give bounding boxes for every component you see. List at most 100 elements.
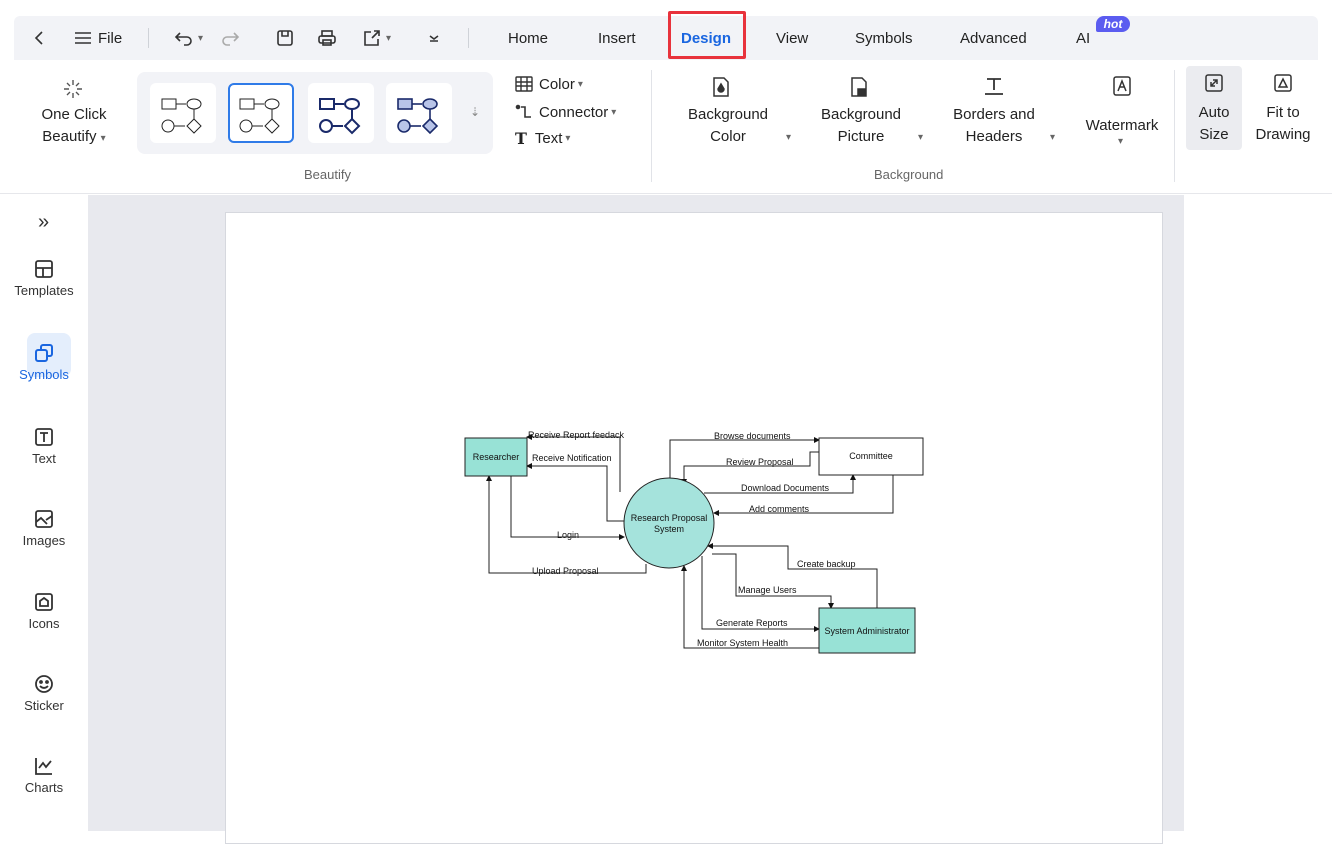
tab-insert[interactable]: Insert (598, 16, 636, 60)
divider (1174, 70, 1175, 182)
bg-picture-label-line2: Picture (837, 128, 885, 145)
watermark-label: Watermark (1085, 117, 1159, 134)
divider (651, 70, 652, 182)
auto-size-label: Auto (1198, 104, 1230, 121)
right-panel (1184, 195, 1332, 831)
style-option-3[interactable] (308, 83, 374, 143)
tab-home[interactable]: Home (508, 16, 548, 60)
export-button[interactable]: ▾ (362, 16, 391, 60)
sidebar-item-sticker[interactable]: Sticker (0, 674, 88, 713)
chevron-down-icon: ▾ (1118, 136, 1124, 147)
fit-to-drawing-button[interactable]: Fit to Drawing (1250, 66, 1330, 150)
one-click-beautify-button[interactable]: One Click Beautify ▾ (28, 76, 118, 156)
print-icon (318, 30, 336, 46)
color-palette-icon (515, 76, 533, 92)
divider (468, 28, 469, 48)
sidebar-item-label: Templates (14, 283, 74, 298)
sidebar-item-label: Symbols (19, 367, 69, 382)
sticker-icon (35, 675, 53, 693)
sidebar-item-label: Text (32, 451, 56, 466)
auto-size-label-line2: Size (1199, 126, 1229, 143)
borders-headers-button[interactable]: Borders and Headers ▾ (944, 74, 1066, 154)
undo-button[interactable]: ▾ (174, 16, 203, 60)
sidebar-item-symbols[interactable]: Symbols (0, 343, 88, 382)
tab-ai[interactable]: AI (1076, 16, 1090, 60)
bg-picture-label: Background (820, 106, 902, 123)
images-icon (35, 510, 53, 528)
beautify-group-label: Beautify (304, 167, 351, 182)
background-color-button[interactable]: Background Color ▾ (676, 74, 798, 154)
tab-label: AI (1076, 29, 1091, 47)
print-button[interactable] (317, 16, 337, 60)
redo-icon (222, 32, 240, 46)
one-click-label-line2: Beautify ▾ (34, 126, 114, 150)
back-button[interactable] (32, 16, 46, 60)
sidebar-item-label: Sticker (24, 698, 64, 713)
style-option-1[interactable] (150, 83, 216, 143)
tab-label: Advanced (960, 29, 1027, 47)
left-sidebar: » Templates Symbols Text Images Icons St… (0, 195, 88, 844)
color-button[interactable]: Color ▾ (515, 72, 583, 96)
background-picture-icon (851, 77, 867, 97)
style-option-2[interactable] (228, 83, 294, 143)
symbols-icon (35, 344, 53, 362)
auto-size-button[interactable]: Auto Size (1186, 66, 1242, 150)
style-preview-icon (397, 98, 439, 135)
background-picture-button[interactable]: Background Picture ▾ (810, 74, 932, 154)
tab-label: View (776, 29, 809, 47)
charts-icon (35, 758, 52, 775)
text-icon (35, 428, 53, 446)
tab-design[interactable]: Design (681, 16, 731, 60)
sidebar-item-templates[interactable]: Templates (0, 259, 88, 298)
collapse-icon (429, 35, 439, 42)
file-label: File (98, 29, 123, 47)
file-menu-button[interactable]: File (74, 16, 122, 60)
sidebar-item-images[interactable]: Images (0, 509, 88, 548)
expand-sidebar-icon[interactable]: » (38, 211, 49, 234)
auto-size-icon (1205, 74, 1223, 92)
chevron-down-icon: ▾ (918, 132, 924, 143)
tab-view[interactable]: View (776, 16, 808, 60)
sidebar-item-label: Charts (24, 780, 64, 795)
chevron-down-icon: ▾ (786, 132, 792, 143)
chevron-down-icon: ▾ (565, 132, 571, 144)
beautify-label: Beautify (42, 128, 97, 145)
style-preview-icon (319, 98, 361, 135)
templates-icon (35, 260, 53, 278)
sidebar-item-text[interactable]: Text (0, 427, 88, 466)
background-color-icon (713, 77, 729, 97)
sidebar-item-charts[interactable]: Charts (0, 756, 88, 795)
color-label: Color (539, 75, 575, 93)
bg-color-label-line2: Color (710, 128, 746, 145)
chevron-down-icon: ▾ (611, 106, 617, 118)
chevron-down-icon: ▾ (198, 32, 204, 44)
chevron-down-icon: ▾ (386, 32, 392, 44)
fit-label: Fit to (1266, 104, 1300, 121)
text-format-button[interactable]: T Text ▾ (515, 126, 570, 150)
watermark-button[interactable]: Watermark ▾ (1068, 74, 1168, 154)
beautify-styles-gallery: ⇣ (137, 72, 493, 154)
sparkle-icon (64, 80, 82, 98)
background-group-label: Background (874, 167, 944, 182)
style-option-4[interactable] (386, 83, 452, 143)
tab-advanced[interactable]: Advanced (960, 16, 1027, 60)
chevron-down-icon: ▾ (577, 78, 583, 90)
connector-button[interactable]: Connector ▾ (515, 100, 616, 124)
text-format-label: Text (534, 129, 563, 147)
tab-label: Insert (598, 29, 636, 47)
connector-icon (515, 104, 531, 118)
icons-icon (35, 593, 53, 611)
sidebar-item-label: Images (22, 533, 66, 548)
save-button[interactable] (276, 16, 294, 60)
one-click-label: One Click (41, 106, 107, 123)
gallery-expand-icon[interactable]: ⇣ (470, 105, 480, 119)
ribbon: One Click Beautify ▾ ⇣ Color ▾ Connector… (0, 60, 1332, 194)
sidebar-item-icons[interactable]: Icons (0, 592, 88, 631)
drawing-page[interactable] (225, 212, 1163, 844)
tab-symbols[interactable]: Symbols (855, 16, 913, 60)
style-preview-icon (161, 98, 202, 134)
redo-button[interactable] (220, 16, 240, 60)
chevron-down-icon: ▾ (1050, 132, 1056, 143)
more-button[interactable] (428, 16, 440, 60)
app-window: File ▾ ▾ Home Insert Design View Symbols… (0, 0, 1332, 844)
